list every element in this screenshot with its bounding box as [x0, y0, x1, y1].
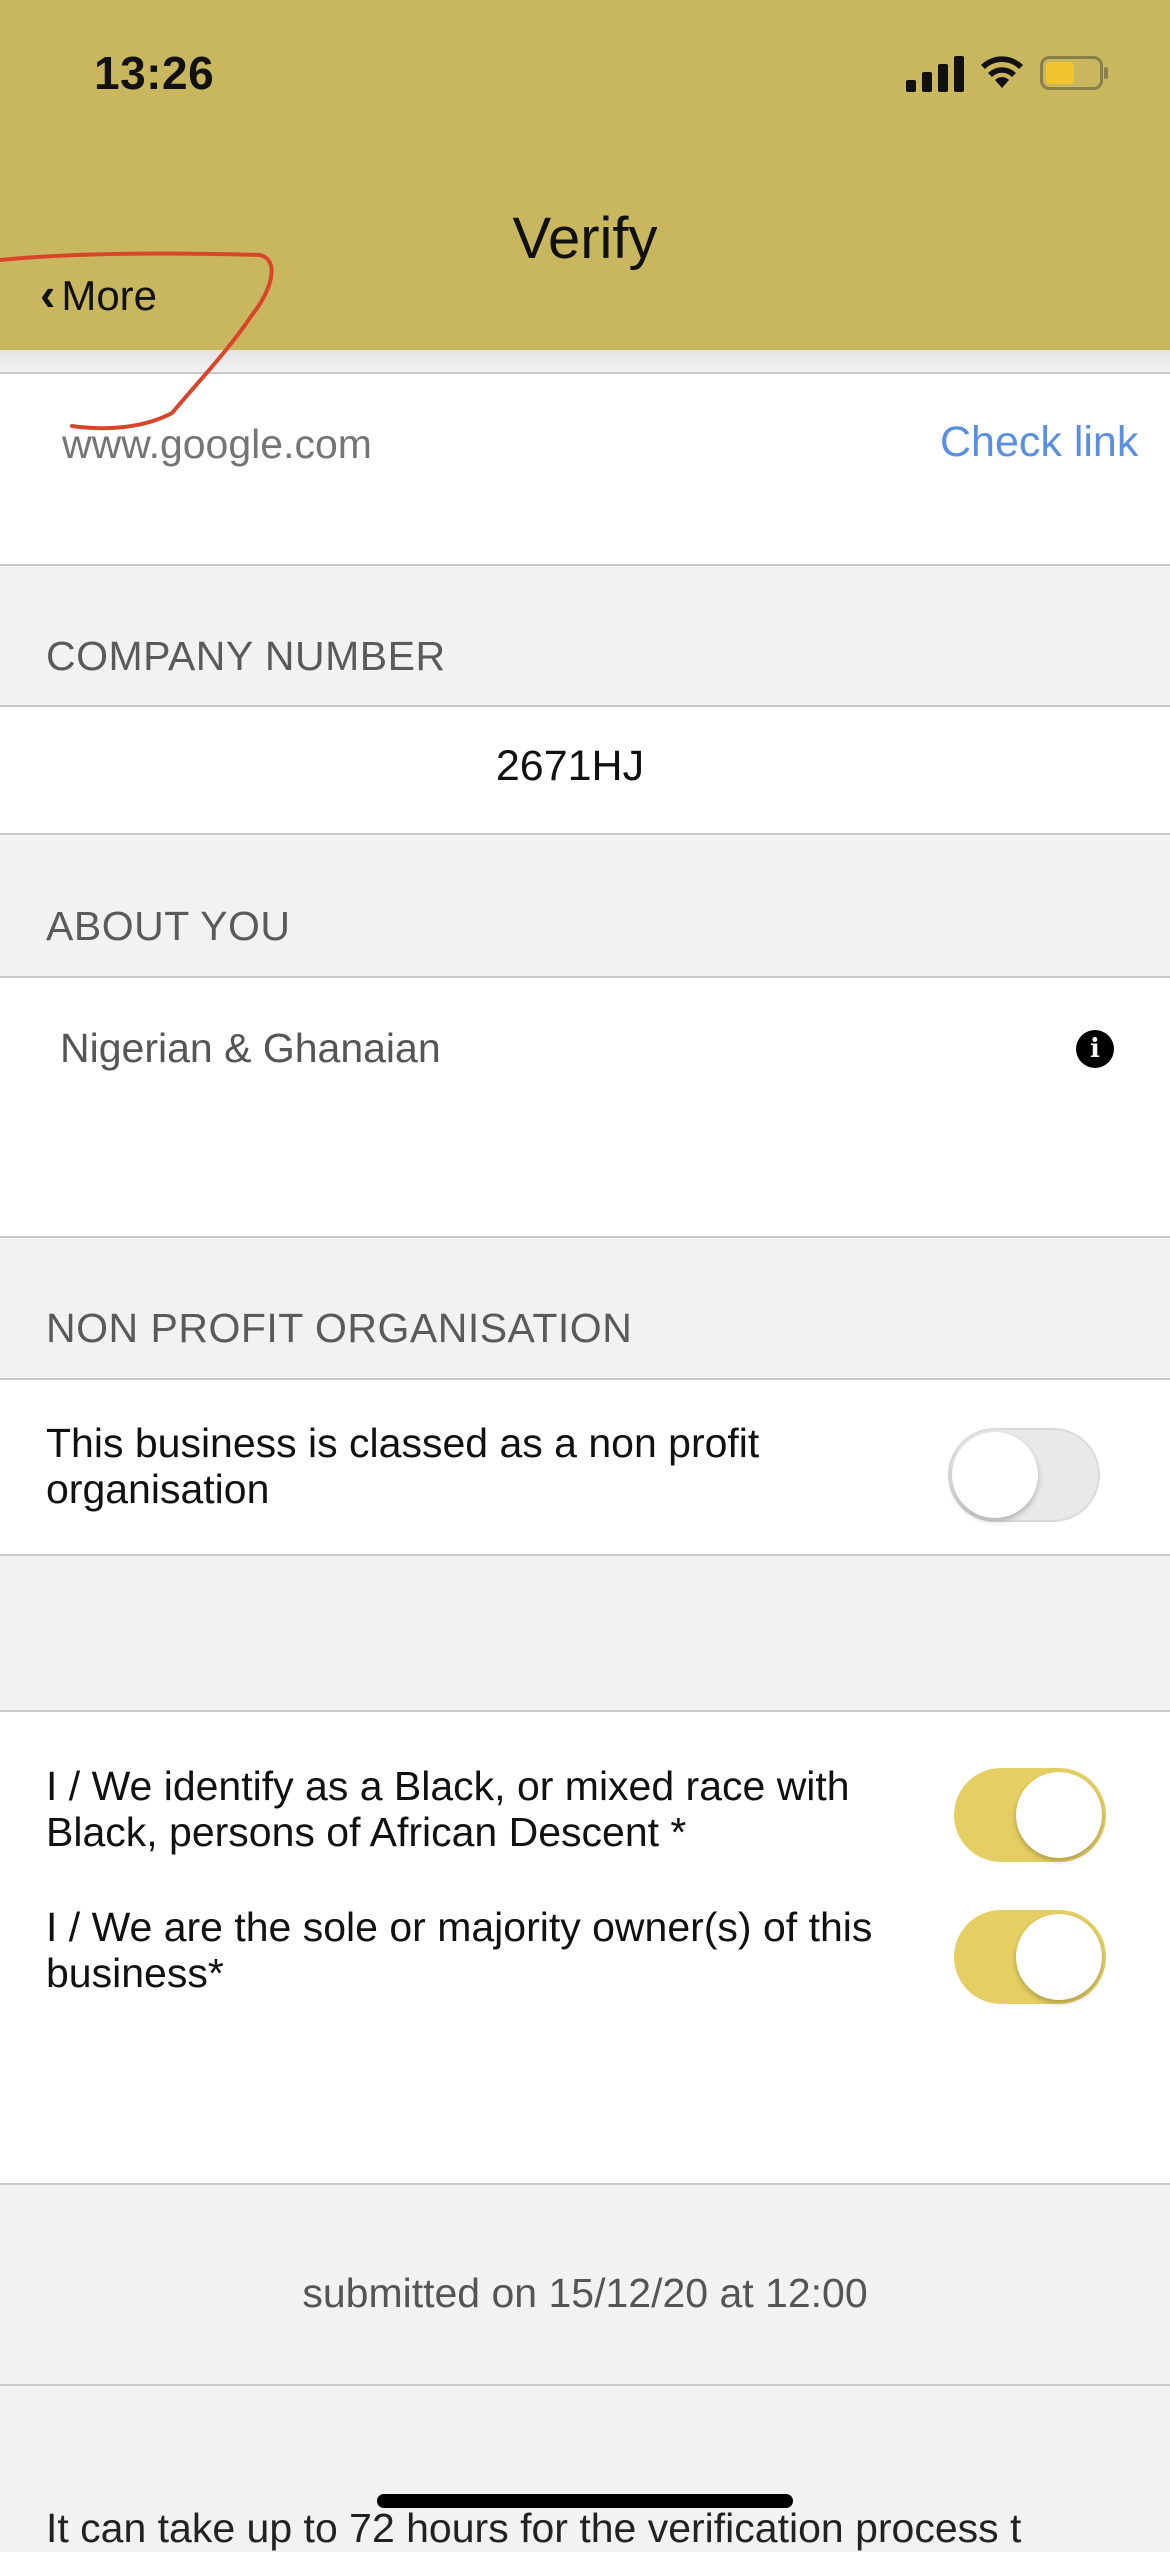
- non-profit-label: This business is classed as a non profit…: [46, 1420, 760, 1512]
- website-card: [0, 372, 1170, 566]
- submission-status: submitted on 15/12/20 at 12:00: [302, 2270, 868, 2316]
- home-indicator[interactable]: [377, 2494, 793, 2508]
- footer-divider: [0, 2384, 1170, 2386]
- cellular-signal-icon: [906, 52, 964, 92]
- black-identity-label: I / We identify as a Black, or mixed rac…: [46, 1763, 850, 1855]
- header-divider: [0, 350, 1170, 372]
- toggle-knob: [1016, 1772, 1102, 1858]
- majority-owner-label: I / We are the sole or majority owner(s)…: [46, 1904, 873, 1996]
- about-you-header: ABOUT YOU: [46, 903, 291, 949]
- verification-note: It can take up to 72 hours for the verif…: [46, 2505, 1022, 2551]
- non-profit-toggle[interactable]: [948, 1428, 1100, 1522]
- about-you-field[interactable]: Nigerian & Ghanaian: [60, 1025, 441, 1072]
- company-number-header: COMPANY NUMBER: [46, 633, 446, 679]
- chevron-left-icon: ‹: [40, 268, 56, 320]
- battery-icon: [1040, 56, 1108, 90]
- about-you-card: [0, 976, 1170, 1238]
- toggle-knob: [952, 1432, 1038, 1518]
- back-button-label: More: [61, 272, 158, 319]
- toggle-knob: [1016, 1914, 1102, 2000]
- info-icon[interactable]: i: [1076, 1030, 1114, 1068]
- non-profit-header: NON PROFIT ORGANISATION: [46, 1305, 633, 1351]
- check-link-button[interactable]: Check link: [940, 418, 1138, 467]
- company-number-field[interactable]: 2671HJ: [0, 742, 1140, 791]
- black-identity-toggle[interactable]: [954, 1768, 1106, 1862]
- majority-owner-toggle[interactable]: [954, 1910, 1106, 2004]
- website-input[interactable]: [60, 420, 664, 469]
- wifi-icon: [981, 56, 1023, 88]
- back-button[interactable]: ‹ More: [40, 268, 158, 320]
- status-time: 13:26: [94, 47, 215, 99]
- page-title: Verify: [512, 206, 658, 271]
